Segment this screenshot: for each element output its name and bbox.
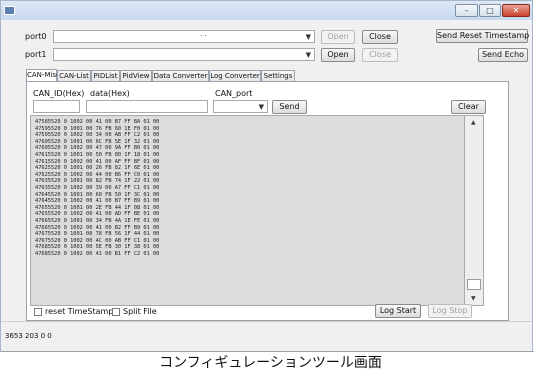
port1-open-button[interactable]: Open	[321, 48, 355, 62]
can-port-label: CAN_port	[215, 89, 253, 98]
can-id-input[interactable]	[33, 100, 80, 113]
status-bar: 3653 203 0 0	[1, 321, 532, 352]
log-line: 47585520 0 1002 00 41 00 B7 FF BA 01 00	[35, 119, 160, 125]
log-line: 47675520 0 1002 00 4C 00 AB FF C1 01 00	[35, 237, 160, 244]
log-scrollbar[interactable]: ▲ ▼	[464, 115, 484, 306]
log-stop-button[interactable]: Log Stop	[428, 304, 472, 318]
can-id-label: CAN_ID(Hex)	[33, 89, 85, 98]
split-file-checkbox[interactable]	[112, 308, 120, 316]
log-line: 47615520 0 1001 00 50 FB 80 1F 18 01 00	[35, 151, 160, 158]
data-input[interactable]	[86, 100, 208, 113]
log-line: 47635520 0 1002 00 39 00 A7 FF C1 01 00	[35, 184, 160, 191]
title-bar[interactable]: – □ ✕	[1, 1, 532, 20]
log-line: 47665520 0 1001 00 34 FB 4A 1E FE 01 00	[35, 217, 160, 224]
data-label: data(Hex)	[90, 89, 130, 98]
log-start-button[interactable]: Log Start	[375, 304, 421, 318]
reset-timestamp-checkbox[interactable]	[34, 308, 42, 316]
split-file-label: Split File	[123, 307, 157, 316]
log-line: 47595520 0 1001 00 76 FB 60 1E F0 01 00	[35, 125, 160, 132]
log-line: 47675520 0 1001 00 78 FB 56 1F 44 01 00	[35, 231, 160, 238]
log-line: 47615520 0 1002 00 41 00 AF FF BF 01 00	[35, 158, 160, 165]
log-line: 47625520 0 1002 00 44 00 B6 FF C0 01 00	[35, 171, 160, 178]
chevron-down-icon: ▼	[258, 103, 264, 111]
log-line: 47655520 0 1001 00 2E FB 44 1F 08 01 00	[35, 204, 160, 211]
can-log-area[interactable]: 47585520 0 1002 00 41 00 B7 FF BA 01 00 4…	[30, 115, 484, 306]
scroll-up-icon[interactable]: ▲	[471, 119, 476, 126]
scrollbar-thumb[interactable]	[467, 279, 481, 290]
port0-select-value: · ·	[200, 32, 207, 40]
reset-timestamp-label: reset TimeStamp	[45, 307, 114, 316]
log-line: 47665520 0 1002 00 41 00 B2 FF B9 01 00	[35, 224, 160, 231]
chevron-down-icon: ▼	[305, 33, 311, 41]
log-line: 47685520 0 1001 00 5E FB 30 1F 38 01 00	[35, 244, 160, 251]
log-line: 47655520 0 1002 00 41 00 AD FF BE 01 00	[35, 211, 160, 218]
port0-label: port0	[25, 32, 47, 41]
port0-open-button[interactable]: Open	[321, 30, 355, 44]
log-line: 47605520 0 1001 00 6C FB 5E 1F 32 01 00	[35, 138, 160, 145]
maximize-button[interactable]: □	[479, 4, 501, 17]
port1-select[interactable]: ▼	[53, 48, 315, 61]
status-text: 3653 203 0 0	[5, 332, 52, 340]
log-line: 47645520 0 1002 00 41 00 B7 FF B9 01 00	[35, 198, 160, 205]
figure-caption: コンフィギュレーションツール画面	[159, 355, 382, 371]
log-line: 47635520 0 1001 00 82 FB 74 1F 22 01 00	[35, 178, 160, 185]
scroll-down-icon[interactable]: ▼	[471, 295, 476, 302]
app-icon	[4, 6, 15, 15]
port0-close-button[interactable]: Close	[362, 30, 398, 44]
port1-close-button[interactable]: Close	[362, 48, 398, 62]
log-line: 47685520 0 1002 00 41 00 B1 FF C2 01 00	[35, 250, 160, 257]
log-lines: 47585520 0 1002 00 41 00 B7 FF BA 01 00 4…	[35, 119, 159, 257]
send-reset-timestamp-button[interactable]: Send Reset Timestamp	[436, 29, 529, 43]
send-button[interactable]: Send	[272, 100, 307, 114]
close-window-button[interactable]: ✕	[502, 4, 530, 17]
log-line: 47595520 0 1002 00 34 00 AB FF C2 01 00	[35, 132, 160, 139]
clear-button[interactable]: Clear	[451, 100, 486, 114]
port1-label: port1	[25, 50, 47, 59]
log-line: 47605520 0 1002 00 47 00 9A FF B0 01 00	[35, 145, 160, 152]
send-echo-button[interactable]: Send Echo	[478, 48, 528, 62]
port0-select[interactable]: · · ▼	[53, 30, 315, 43]
chevron-down-icon: ▼	[305, 51, 311, 59]
minimize-button[interactable]: –	[455, 4, 478, 17]
log-line: 47645520 0 1001 00 60 FB 50 1F 3C 01 00	[35, 191, 160, 198]
main-window: – □ ✕ port0 · · ▼ Open Close port1 ▼ Ope…	[0, 0, 534, 352]
log-line: 47625520 0 1001 00 26 FB 82 1F 6E 01 00	[35, 165, 160, 172]
can-port-select[interactable]: ▼	[213, 100, 268, 113]
